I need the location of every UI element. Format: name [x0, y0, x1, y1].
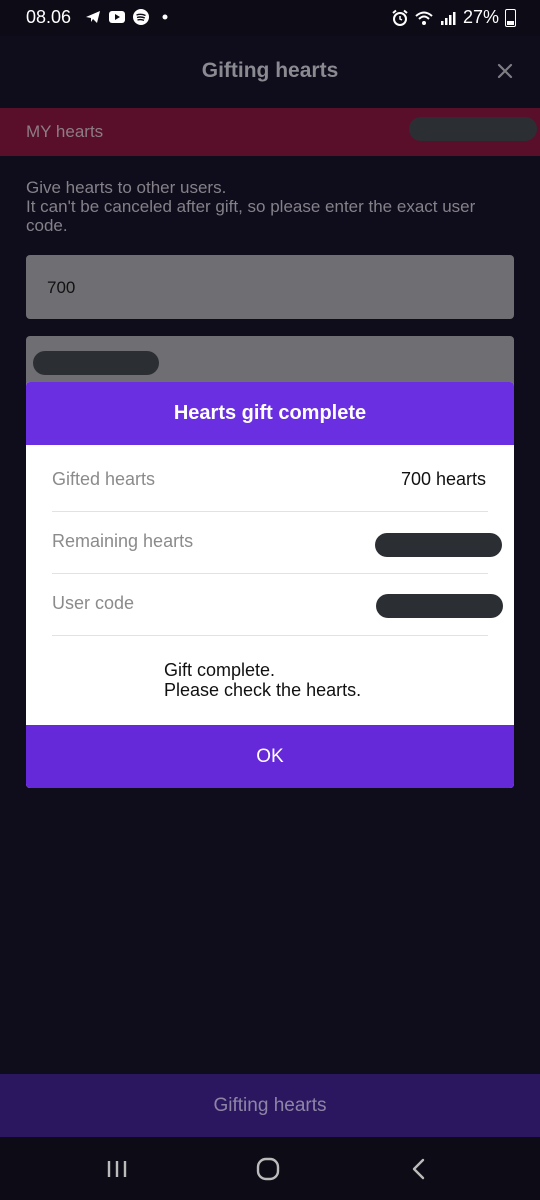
my-hearts-value-redacted: [409, 117, 537, 141]
dialog-title: Hearts gift complete: [26, 382, 514, 445]
wifi-icon: [415, 11, 433, 25]
alarm-icon: [392, 9, 408, 26]
remaining-hearts-row: Remaining hearts: [52, 512, 502, 574]
home-icon[interactable]: [254, 1155, 282, 1183]
back-icon[interactable]: [405, 1155, 433, 1183]
youtube-icon: [109, 11, 125, 23]
gift-complete-dialog: Hearts gift complete Gifted hearts 700 h…: [26, 382, 514, 788]
app-header: Gifting hearts: [0, 36, 540, 108]
ok-button[interactable]: OK: [26, 725, 514, 788]
dot-icon: [162, 14, 168, 20]
system-nav-bar: [0, 1137, 540, 1200]
status-system-icons: 27%: [391, 7, 516, 28]
remaining-hearts-label: Remaining hearts: [52, 531, 194, 551]
remaining-hearts-redacted: [375, 533, 502, 557]
gifting-hearts-button[interactable]: Gifting hearts: [0, 1074, 540, 1137]
telegram-icon: [86, 11, 100, 23]
status-bar: 08.06 27%: [0, 0, 540, 36]
user-code-input-redacted: [33, 351, 159, 375]
status-time: 08.06: [26, 7, 72, 27]
page-title: Gifting hearts: [201, 59, 339, 82]
dialog-message: Gift complete. Please check the hearts.: [164, 660, 362, 700]
user-code-label: User code: [52, 593, 135, 613]
signal-icon: [440, 11, 456, 25]
hearts-amount-input[interactable]: 700: [26, 255, 514, 319]
user-code-row: User code: [52, 574, 503, 636]
close-icon[interactable]: [492, 58, 518, 84]
gifted-hearts-row: Gifted hearts 700 hearts: [52, 450, 488, 512]
recent-apps-icon[interactable]: [103, 1155, 131, 1183]
gift-instructions: Give hearts to other users. It can't be …: [26, 178, 476, 235]
battery-percent: 27%: [462, 7, 499, 27]
battery-icon: [505, 8, 516, 27]
my-hearts-bar: MY hearts: [0, 108, 540, 156]
gifted-hearts-value: 700 hearts: [400, 469, 486, 489]
status-notification-icons: [84, 8, 174, 26]
gifted-hearts-label: Gifted hearts: [52, 469, 156, 489]
spotify-icon: [133, 9, 149, 25]
my-hearts-label: MY hearts: [26, 122, 104, 141]
user-code-redacted: [376, 594, 503, 618]
